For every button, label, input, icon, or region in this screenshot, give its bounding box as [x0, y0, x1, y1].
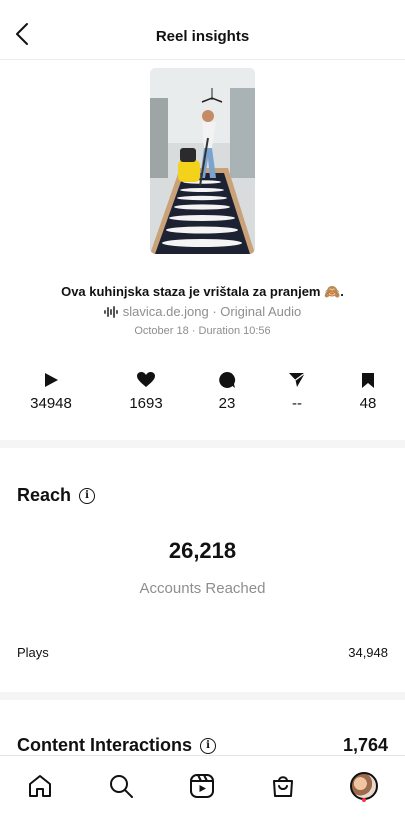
audio-waveform-icon [103, 305, 118, 318]
reel-thumbnail[interactable] [150, 68, 255, 254]
bottom-tab-bar [0, 755, 405, 821]
tab-reels[interactable] [182, 766, 222, 806]
home-icon [29, 775, 51, 797]
accounts-reached-label: Accounts Reached [139, 580, 266, 597]
comment-icon [219, 371, 236, 388]
content-interactions-value: 1,764 [342, 735, 388, 755]
search-icon [110, 775, 133, 798]
section-separator [0, 692, 405, 700]
shares-count: -- [292, 395, 302, 412]
audio-info[interactable]: slavica.de.jong · Original Audio [0, 304, 405, 319]
shares-stat: -- [262, 370, 332, 412]
play-icon [45, 373, 58, 387]
page-title: Reel insights [155, 28, 250, 45]
reach-title: Reach [17, 485, 72, 505]
saves-stat: 48 [333, 370, 403, 412]
comments-stat: 23 [192, 370, 262, 412]
comments-count: 23 [218, 395, 236, 412]
reel-caption: Ova kuhinjska staza je vrištala za pranj… [61, 284, 344, 299]
reel-meta: October 18 · Duration 10:56 [134, 325, 271, 337]
section-separator [0, 440, 405, 448]
heart-icon [137, 372, 155, 387]
plays-stat: 34948 [16, 370, 86, 412]
content-interactions-row: Content Interactions i 1,764 [17, 735, 388, 756]
saves-count: 48 [359, 395, 377, 412]
notification-dot [362, 798, 366, 802]
content-interactions-title: Content Interactions [17, 735, 193, 755]
reach-header: Reach i [17, 485, 96, 506]
audio-label: slavica.de.jong · Original Audio [122, 304, 302, 319]
reels-icon [190, 774, 214, 798]
plays-row: Plays 34,948 [17, 645, 388, 660]
plays-label: Plays [17, 645, 49, 660]
tab-search[interactable] [101, 766, 141, 806]
profile-avatar [350, 772, 378, 800]
reel-thumbnail-image [150, 68, 255, 254]
info-icon[interactable]: i [79, 487, 96, 504]
bookmark-icon [362, 372, 374, 388]
accounts-reached-value: 26,218 [168, 538, 237, 563]
shop-icon [273, 776, 293, 797]
plays-count: 34948 [30, 395, 72, 412]
plays-value: 34,948 [348, 645, 388, 660]
tab-shop[interactable] [263, 766, 303, 806]
share-icon [289, 372, 306, 387]
likes-stat: 1693 [111, 370, 181, 412]
likes-count: 1693 [129, 395, 163, 412]
tab-home[interactable] [20, 766, 60, 806]
header: Reel insights [0, 0, 405, 60]
info-icon[interactable]: i [200, 737, 217, 754]
stats-row: 34948 1693 23 -- 48 [0, 370, 405, 420]
